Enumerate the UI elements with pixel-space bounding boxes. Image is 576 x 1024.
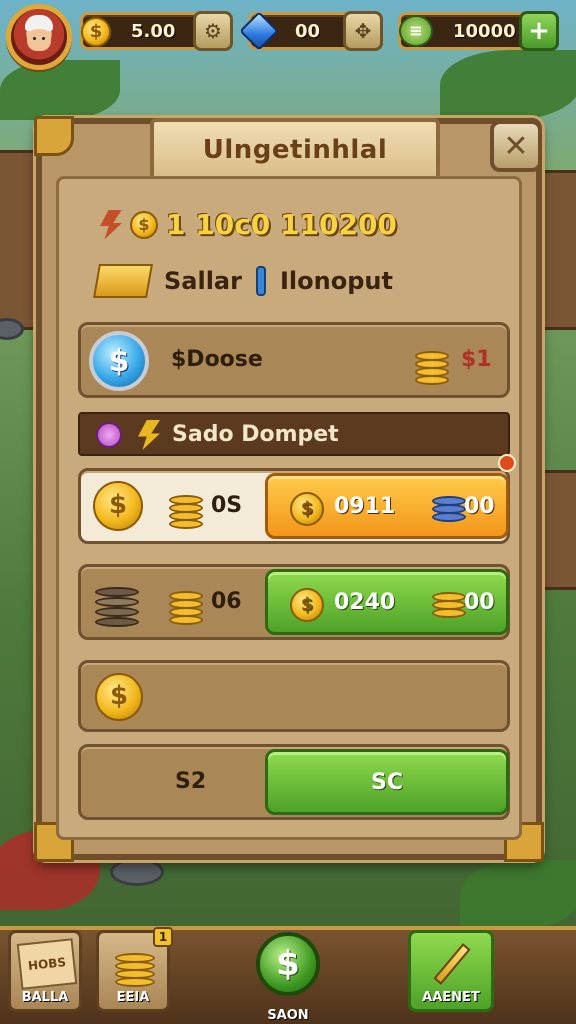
coins-add-button[interactable]: ⚙ [193,11,233,51]
coin-icon: $ [290,588,324,622]
dollar-icon: $ [276,944,300,984]
coin-pot-icon [95,577,143,633]
bolt-icon [138,420,160,450]
nav-item-balla[interactable]: HOBS BALLA [8,930,82,1012]
confirm-button-label: SC [371,769,403,795]
gems-bar: 00 ✥ [239,11,383,51]
nav-badge: 1 [153,927,173,947]
stat-line: $ 1 10c0 110200 [100,208,397,241]
coin-icon: $ [95,673,143,721]
subtitle-right: Ilonoput [279,267,393,295]
offer-buy-extra: 00 [464,590,495,615]
section-header-label: Sado Dompet [172,422,339,447]
coins-bar: $ 5.00 ⚙ [80,11,233,51]
offer-buy-value: 0911 [334,494,396,519]
coin-stack-icon [169,487,205,531]
coin-icon: $ [81,17,111,47]
cash-bar: ≡ 10000 + [398,11,559,51]
background-leaf [440,50,576,120]
offer-row-empty[interactable]: $ [78,660,510,732]
gem-icon [96,422,122,448]
subtitle-left: Sallar [164,267,242,295]
footer-left-label: S2 [175,769,207,794]
close-icon: ✕ [503,128,529,164]
offer-buy-button[interactable]: $ 0240 00 [265,569,509,635]
currency-row-value: $1 [461,347,492,372]
cash-icon: ≡ [399,15,433,47]
background-hut [538,170,576,330]
dialog-title: Ulngetinhlal [150,118,440,182]
coin-stack-icon [432,586,468,626]
nav-item-label: BALLA [21,990,69,1005]
cash-add-button[interactable]: + [519,11,559,51]
gem-icon [239,11,279,51]
player-avatar[interactable] [6,4,72,70]
coin-stack-icon [415,345,451,385]
cash-value: 10000 [453,21,516,42]
gems-add-button[interactable]: ✥ [343,11,383,51]
coin-icon: $ [130,210,158,239]
gems-value: 00 [295,21,321,42]
offer-row-amount: 06 [211,589,242,614]
shop-dialog: Ulngetinhlal ✕ $ 1 10c0 110200 Sallar Il… [34,116,544,862]
card-icon: HOBS [16,938,78,990]
nav-item-eeia[interactable]: 1 EEIA [96,927,173,1012]
offer-buy-extra: 00 [464,494,495,519]
notification-dot [498,454,516,472]
nav-item-saon[interactable]: $ [256,932,320,996]
background-stone [0,318,24,340]
offer-row-amount: 0S [211,493,243,518]
panel-corner [34,116,74,156]
background-leaf [0,60,120,120]
gold-bar-icon [93,264,153,298]
offer-buy-value: 0240 [334,590,396,615]
background-stone [110,858,164,886]
dollar-badge-icon: $ [89,331,149,391]
coin-icon: $ [290,492,324,526]
coin-stack-icon [169,583,205,627]
coin-icon: $ [93,481,143,531]
top-hud: $ 5.00 ⚙ 00 ✥ ≡ 10000 + [0,4,576,70]
nav-center-label: SAON [267,1008,309,1023]
close-button[interactable]: ✕ [490,120,542,172]
bottom-nav: HOBS BALLA 1 EEIA $ SAON AAENET [0,926,576,1024]
section-header: Sado Dompet [78,412,510,456]
bolt-icon [100,209,122,240]
nav-item-aaenet[interactable]: AAENET [408,930,494,1012]
subtitle-row: Sallar Ilonoput [93,264,393,298]
pencil-icon [433,943,471,985]
offer-buy-button[interactable]: $ 0911 00 [265,473,509,539]
coin-stack-icon [432,490,468,530]
confirm-button[interactable]: SC [265,749,509,815]
background-crate [540,470,576,590]
nav-item-label: AAENET [422,990,480,1005]
stat-value: 1 10c0 110200 [166,208,397,241]
coin-stack-icon [115,947,155,987]
footer-row: S2 SC [78,744,510,820]
offer-row[interactable]: 06 $ 0240 00 [78,564,510,640]
nav-item-label: EEIA [116,990,150,1005]
pill-icon [255,266,266,296]
coins-value: 5.00 [131,21,176,42]
offer-row[interactable]: $ 0S $ 0911 00 [78,468,510,544]
background-leaf [460,860,576,930]
currency-row[interactable]: $ $Doose $1 [78,322,510,398]
currency-row-label: $Doose [171,347,263,372]
